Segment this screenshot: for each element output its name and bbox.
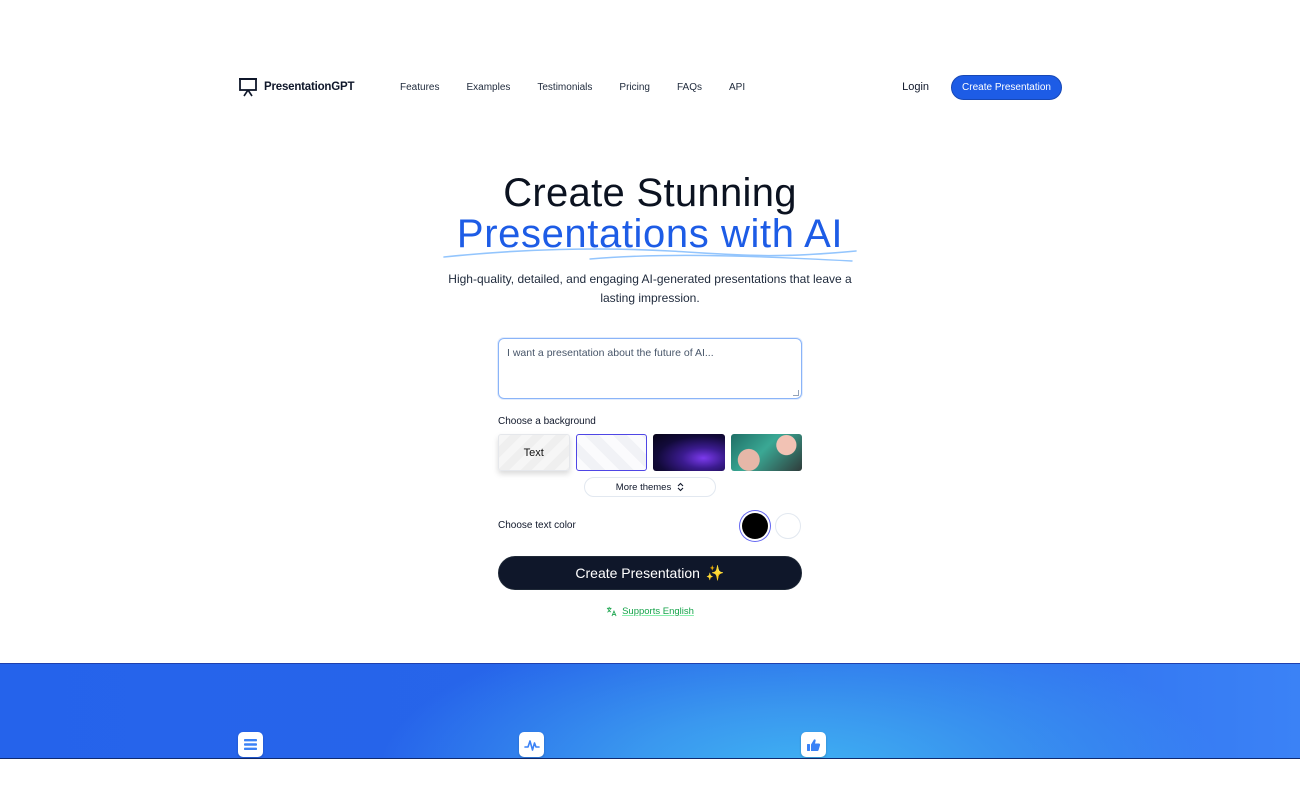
- nav-link-pricing[interactable]: Pricing: [619, 82, 650, 93]
- chevron-up-down-icon: [677, 482, 684, 492]
- logo[interactable]: PresentationGPT: [238, 77, 400, 97]
- theme-option-teal-abstract[interactable]: [730, 434, 802, 471]
- sparkles-icon: ✨: [705, 565, 725, 582]
- top-navigation: PresentationGPT Features Examples Testim…: [238, 73, 1062, 101]
- create-presentation-button[interactable]: Create Presentation ✨: [498, 556, 802, 590]
- hero-title-line1: Create Stunning: [503, 171, 797, 215]
- nav-link-faqs[interactable]: FAQs: [677, 82, 702, 93]
- language-support[interactable]: Supports English: [0, 606, 1300, 617]
- background-options: Text: [498, 434, 802, 472]
- features-band: [0, 663, 1300, 759]
- theme-option-light-geometric[interactable]: [575, 434, 647, 471]
- nav-link-examples[interactable]: Examples: [466, 82, 510, 93]
- page-bottom: [0, 760, 1300, 788]
- more-themes-button[interactable]: More themes: [584, 477, 716, 497]
- nav-link-features[interactable]: Features: [400, 82, 439, 93]
- theme-option-purple-wave[interactable]: [653, 434, 725, 471]
- prompt-placeholder: I want a presentation about the future o…: [507, 347, 714, 359]
- translate-icon: [606, 606, 617, 617]
- theme-option-text-label: Text: [523, 446, 544, 459]
- waveform-icon: [519, 732, 544, 757]
- prompt-input[interactable]: I want a presentation about the future o…: [498, 338, 802, 399]
- nav-link-api[interactable]: API: [729, 82, 745, 93]
- more-themes-label: More themes: [615, 481, 672, 493]
- create-presentation-nav-button[interactable]: Create Presentation: [951, 74, 1062, 100]
- text-color-black-swatch[interactable]: [742, 513, 768, 539]
- nav-links: Features Examples Testimonials Pricing F…: [400, 82, 745, 93]
- text-color-label: Choose text color: [498, 520, 576, 531]
- background-label: Choose a background: [498, 416, 596, 427]
- underline-squiggle-icon: [443, 248, 857, 262]
- theme-option-text[interactable]: Text: [498, 434, 570, 471]
- list-icon: [238, 732, 263, 757]
- hero-subtitle: High-quality, detailed, and engaging AI-…: [448, 272, 852, 305]
- create-presentation-label: Create Presentation: [575, 565, 700, 581]
- presentation-board-icon: [239, 78, 257, 97]
- nav-link-testimonials[interactable]: Testimonials: [537, 82, 592, 93]
- logo-text: PresentationGPT: [264, 81, 355, 93]
- supports-language-text: Supports English: [622, 606, 694, 617]
- thumbs-up-icon: [801, 732, 826, 757]
- nav-actions: Login Create Presentation: [902, 74, 1062, 100]
- login-link[interactable]: Login: [902, 81, 929, 93]
- resize-handle-icon[interactable]: [793, 390, 799, 396]
- text-color-white-swatch[interactable]: [775, 513, 801, 539]
